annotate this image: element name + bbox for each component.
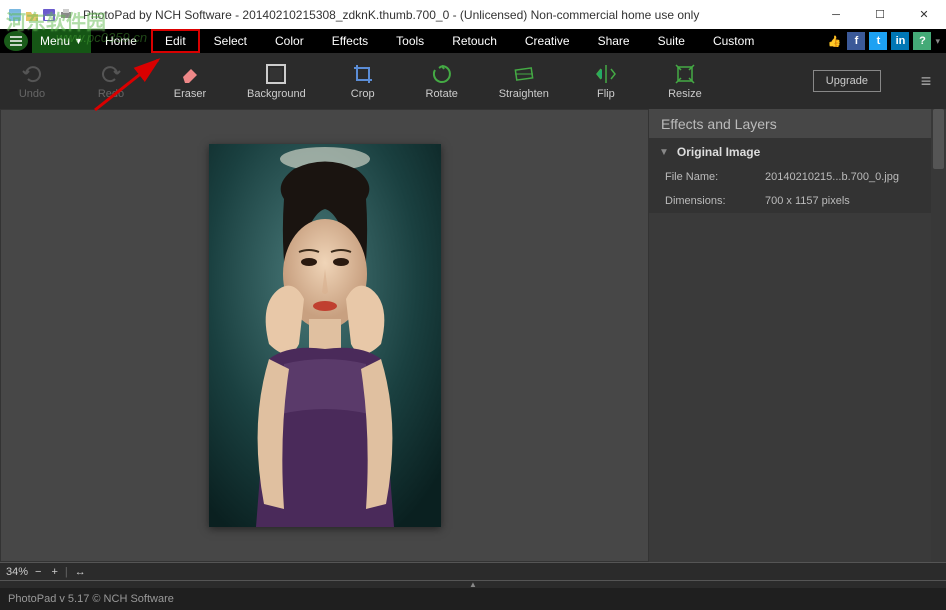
- toolbar-overflow-icon[interactable]: ≡: [916, 71, 936, 91]
- panel-title: Effects and Layers: [649, 109, 946, 139]
- main-area: Effects and Layers ▼ Original Image File…: [0, 109, 946, 562]
- facebook-icon[interactable]: f: [847, 32, 865, 50]
- undo-button[interactable]: Undo: [10, 63, 54, 100]
- menu-custom[interactable]: Custom: [699, 29, 768, 53]
- menu-retouch[interactable]: Retouch: [438, 29, 511, 53]
- zoom-out-button[interactable]: −: [32, 566, 44, 578]
- menu-select[interactable]: Select: [200, 29, 261, 53]
- window-title: PhotoPad by NCH Software - 2014021021530…: [83, 8, 814, 22]
- help-icon[interactable]: ?: [913, 32, 931, 50]
- zoom-in-button[interactable]: +: [48, 566, 60, 578]
- canvas-area[interactable]: [0, 109, 649, 562]
- menu-suite[interactable]: Suite: [644, 29, 699, 53]
- redo-button[interactable]: Redo: [89, 63, 133, 100]
- zoom-bar: 34% − + | ↔: [0, 562, 946, 580]
- section-header[interactable]: ▼ Original Image: [649, 139, 946, 165]
- info-dimensions: Dimensions: 700 x 1157 pixels: [649, 189, 946, 213]
- save-icon[interactable]: [42, 8, 56, 22]
- print-icon[interactable]: [59, 8, 73, 22]
- menu-effects[interactable]: Effects: [318, 29, 382, 53]
- resize-button[interactable]: Resize: [663, 63, 707, 100]
- zoom-fit-button[interactable]: ↔: [72, 566, 89, 578]
- toolbar: Undo Redo Eraser Background Crop Rotate …: [0, 53, 946, 109]
- open-icon[interactable]: [25, 8, 39, 22]
- panel-scrollbar[interactable]: [931, 109, 946, 562]
- minimize-button[interactable]: ─: [814, 0, 858, 29]
- panel-section-original: ▼ Original Image File Name: 20140210215.…: [649, 139, 946, 213]
- chevron-down-icon: ▼: [659, 147, 669, 158]
- rotate-icon: [431, 63, 453, 85]
- background-button[interactable]: Background: [247, 63, 306, 100]
- like-icon[interactable]: 👍: [825, 32, 843, 50]
- resize-icon: [674, 63, 696, 85]
- crop-button[interactable]: Crop: [341, 63, 385, 100]
- hamburger-menu-icon[interactable]: [4, 31, 28, 51]
- menu-share[interactable]: Share: [584, 29, 644, 53]
- info-filename: File Name: 20140210215...b.700_0.jpg: [649, 165, 946, 189]
- flip-button[interactable]: Flip: [584, 63, 628, 100]
- eraser-button[interactable]: Eraser: [168, 63, 212, 100]
- help-dropdown-icon[interactable]: ▾: [935, 36, 940, 47]
- flip-icon: [595, 63, 617, 85]
- quick-access-icons: [8, 8, 73, 22]
- background-icon: [265, 63, 287, 85]
- menu-home[interactable]: Home: [91, 29, 151, 53]
- twitter-icon[interactable]: t: [869, 32, 887, 50]
- recent-files-icon[interactable]: [8, 8, 22, 22]
- expand-bar[interactable]: ▲: [0, 580, 946, 588]
- straighten-button[interactable]: Straighten: [499, 63, 549, 100]
- menu-color[interactable]: Color: [261, 29, 318, 53]
- close-button[interactable]: ✕: [902, 0, 946, 29]
- menu-dropdown-label[interactable]: Menu ▼: [32, 29, 91, 53]
- canvas-image[interactable]: [209, 144, 441, 527]
- panel-empty-area: [649, 213, 946, 562]
- menu-edit[interactable]: Edit: [151, 29, 200, 53]
- side-panel: Effects and Layers ▼ Original Image File…: [649, 109, 946, 562]
- linkedin-icon[interactable]: in: [891, 32, 909, 50]
- titlebar: PhotoPad by NCH Software - 2014021021530…: [0, 0, 946, 29]
- rotate-button[interactable]: Rotate: [420, 63, 464, 100]
- chevron-down-icon: ▼: [74, 36, 83, 46]
- menubar: Menu ▼ Home Edit Select Color Effects To…: [0, 29, 946, 53]
- maximize-button[interactable]: ☐: [858, 0, 902, 29]
- zoom-percent: 34%: [6, 566, 28, 578]
- portrait-image: [209, 144, 441, 527]
- redo-icon: [100, 63, 122, 85]
- upgrade-button[interactable]: Upgrade: [813, 70, 881, 92]
- menu-creative[interactable]: Creative: [511, 29, 584, 53]
- statusbar: PhotoPad v 5.17 © NCH Software: [0, 588, 946, 610]
- scrollbar-thumb[interactable]: [933, 109, 944, 169]
- crop-icon: [352, 63, 374, 85]
- eraser-icon: [179, 63, 201, 85]
- menu-tools[interactable]: Tools: [382, 29, 438, 53]
- straighten-icon: [513, 63, 535, 85]
- undo-icon: [21, 63, 43, 85]
